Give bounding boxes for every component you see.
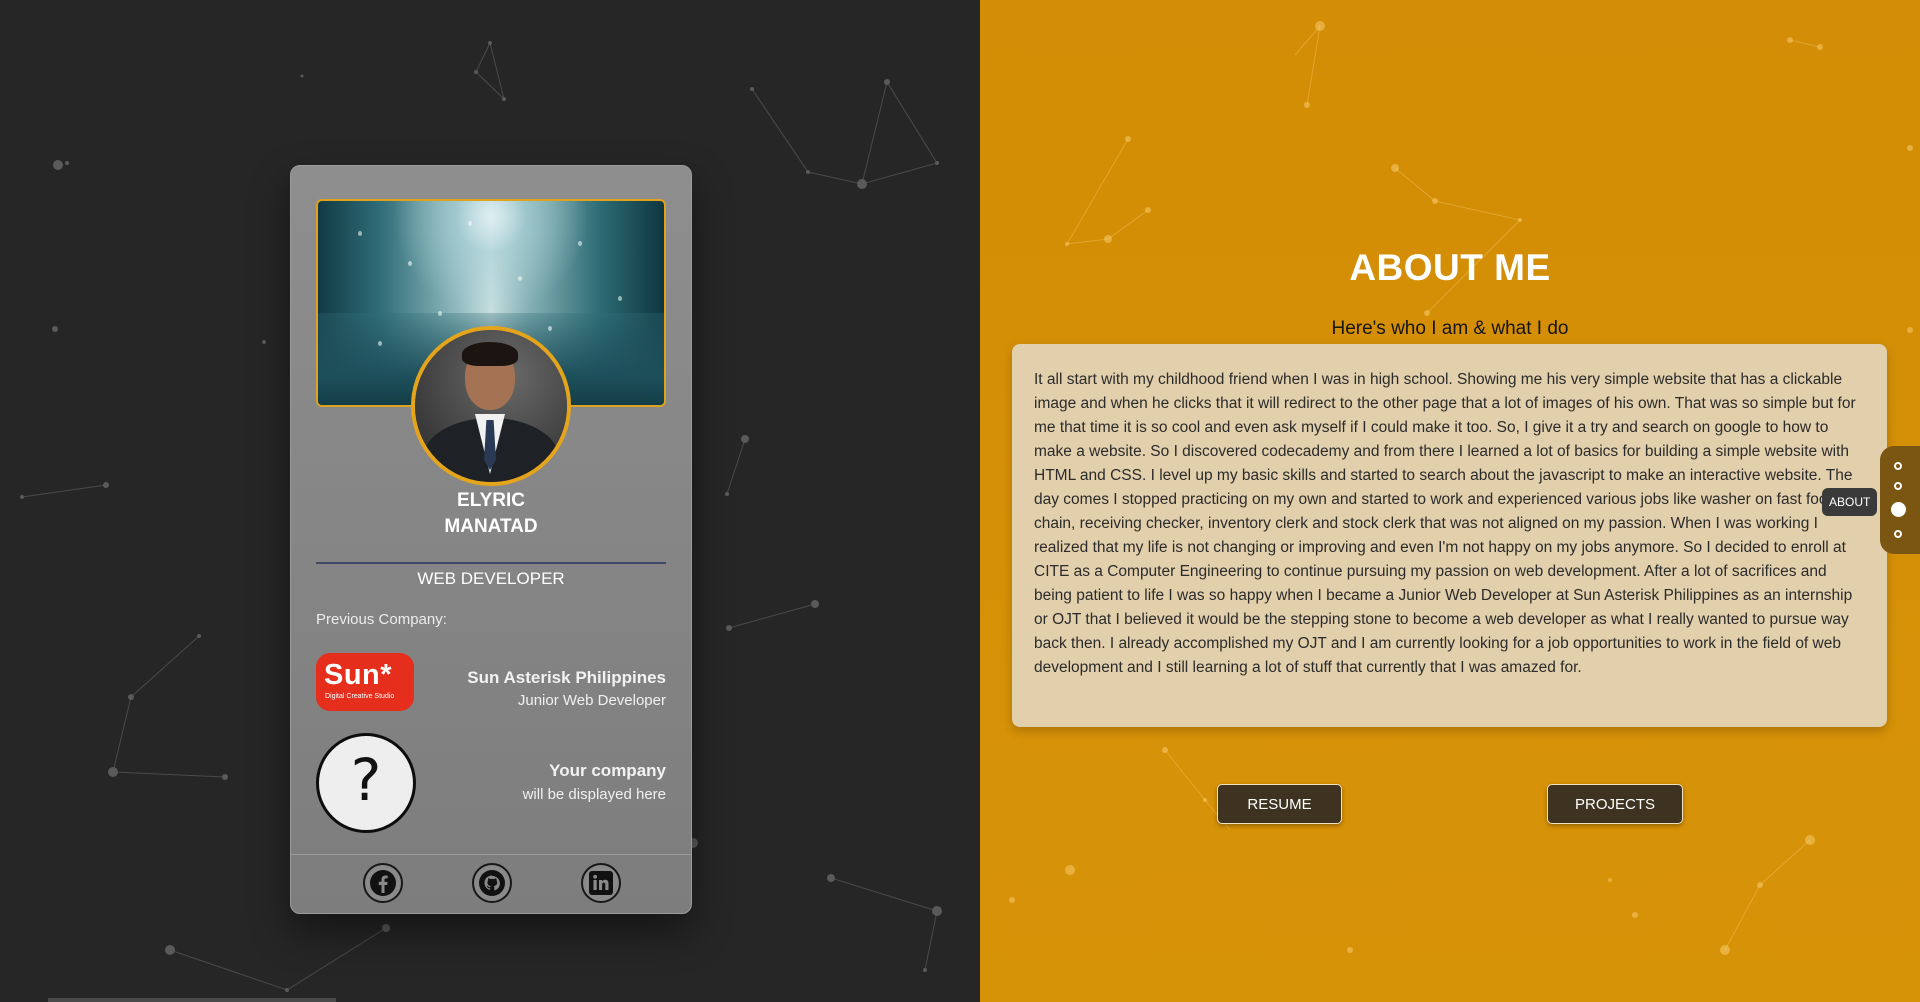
last-name: MANATAD bbox=[444, 516, 538, 537]
nav-dot-2[interactable] bbox=[1894, 482, 1902, 490]
facebook-icon[interactable] bbox=[363, 863, 403, 903]
linkedin-icon[interactable] bbox=[581, 863, 621, 903]
profile-pane: ELYRIC MANATAD WEB DEVELOPER Previous Co… bbox=[0, 0, 980, 1002]
nav-tooltip: ABOUT bbox=[1822, 488, 1878, 516]
question-mark-icon: ? bbox=[316, 733, 416, 833]
previous-company-label: Previous Company: bbox=[316, 611, 447, 628]
about-subtitle: Here's who I am & what I do bbox=[1331, 318, 1569, 339]
card-footer-divider bbox=[291, 854, 691, 855]
nav-dot-1[interactable] bbox=[1894, 462, 1902, 470]
profile-role: WEB DEVELOPER bbox=[417, 569, 565, 588]
name-divider bbox=[316, 562, 666, 564]
profile-avatar bbox=[411, 326, 571, 486]
projects-button[interactable]: PROJECTS bbox=[1547, 784, 1683, 824]
resume-button[interactable]: RESUME bbox=[1217, 784, 1342, 824]
nav-dot-4[interactable] bbox=[1894, 530, 1902, 538]
taskbar-strip bbox=[48, 998, 336, 1002]
sun-asterisk-logo: Sun* Digital Creative Studio bbox=[316, 653, 414, 711]
first-name: ELYRIC bbox=[457, 490, 525, 511]
github-icon[interactable] bbox=[472, 863, 512, 903]
nav-dot-about[interactable] bbox=[1891, 502, 1906, 517]
company-name: Sun Asterisk Philippines bbox=[467, 668, 666, 687]
company-position: will be displayed here bbox=[522, 786, 666, 803]
company-name: Your company bbox=[549, 761, 666, 780]
about-pane: ABOUT ME Here's who I am & what I do It … bbox=[980, 0, 1920, 1002]
company-position: Junior Web Developer bbox=[517, 692, 666, 709]
about-text-card: It all start with my childhood friend wh… bbox=[1012, 344, 1887, 727]
about-body: It all start with my childhood friend wh… bbox=[1034, 371, 1856, 676]
about-title: ABOUT ME bbox=[1349, 247, 1551, 288]
profile-card: ELYRIC MANATAD WEB DEVELOPER Previous Co… bbox=[290, 165, 692, 914]
profile-name: ELYRIC MANATAD bbox=[291, 488, 691, 540]
